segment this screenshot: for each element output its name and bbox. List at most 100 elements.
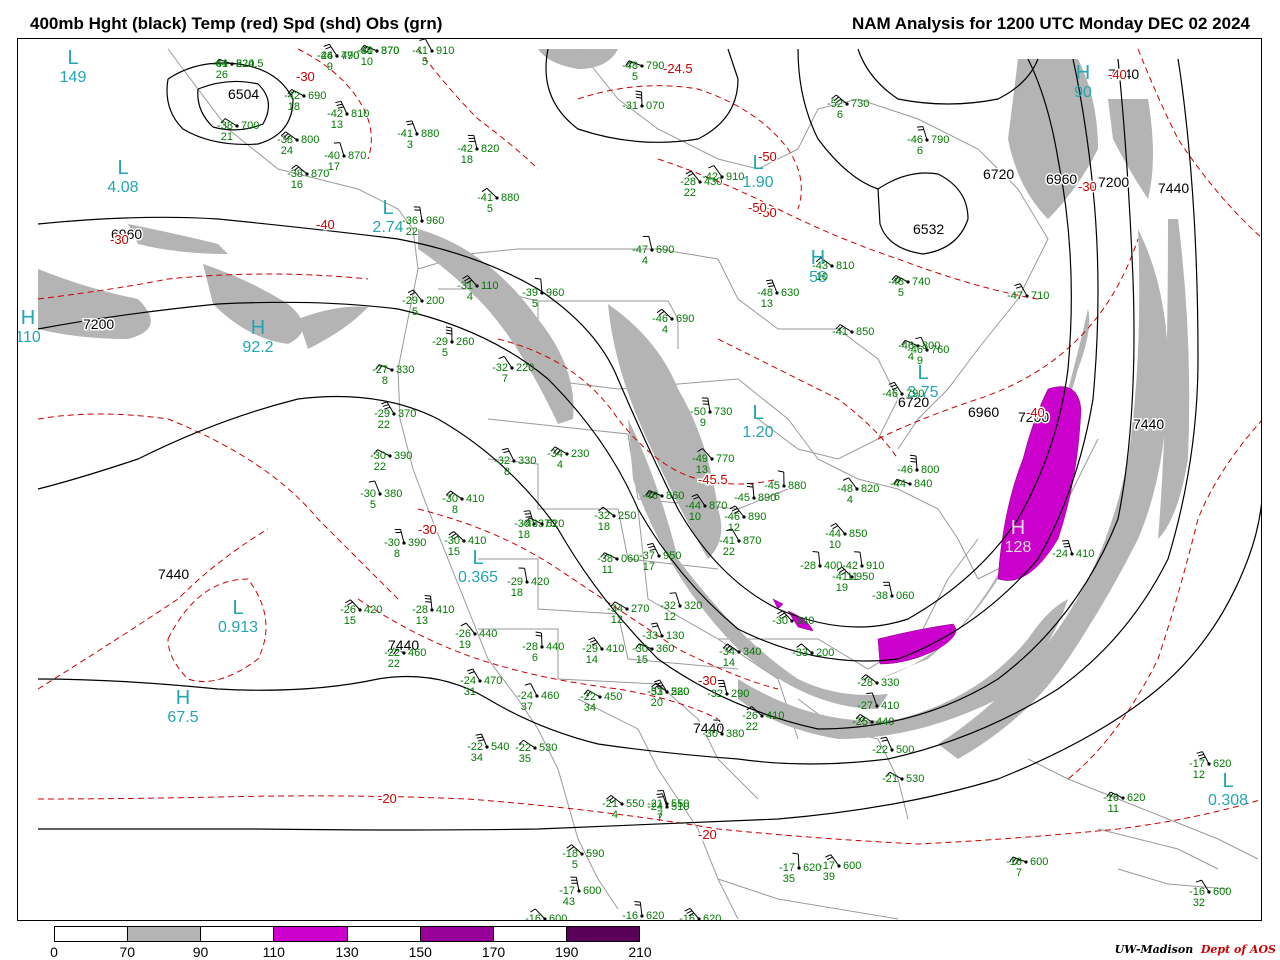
station-observation: -22 500 (872, 744, 914, 756)
station-observation: -29 42018 (507, 576, 549, 599)
obs-dewpoint-depression: 12 (611, 614, 623, 626)
station-observation: -48 7405 (888, 276, 930, 299)
barb-feather (910, 457, 917, 460)
obs-height: 820 (481, 143, 499, 155)
station-observation: -30 3805 (360, 488, 402, 511)
obs-height: 880 (788, 480, 806, 492)
station-dot (725, 692, 729, 696)
legend-swatch (420, 927, 494, 941)
obs-height: 850 (849, 528, 867, 540)
barb-staff (915, 455, 918, 471)
center-value: 0.913 (218, 619, 258, 636)
station-dot (720, 175, 724, 179)
speed-110-130-region (877, 623, 957, 665)
obs-dewpoint-depression: 39 (823, 871, 835, 883)
obs-temperature: -47 (1007, 290, 1023, 302)
obs-dewpoint-depression: 4 (662, 324, 668, 336)
station-dot (657, 554, 661, 558)
station-dot (535, 694, 539, 698)
barb-feather (382, 404, 389, 407)
center-value: 110 (18, 329, 41, 346)
center-letter: L (1222, 770, 1233, 792)
station-dot (660, 634, 664, 638)
obs-height: 530 (906, 773, 924, 785)
obs-dewpoint-depression: 5 (422, 56, 428, 68)
station-dot (533, 746, 537, 750)
height-contour-label: 6532 (913, 221, 944, 237)
station-dot (615, 557, 619, 561)
station-observation: -41 850 (832, 326, 874, 338)
obs-dewpoint-depression: 18 (288, 101, 300, 113)
barb-feather (498, 355, 505, 360)
station-dot (908, 482, 912, 486)
barb-feather (407, 289, 414, 294)
station-dot (855, 487, 859, 491)
station-observation: -48 63013 (757, 287, 799, 310)
center-value: 2.74 (372, 219, 403, 236)
obs-height: 880 (501, 192, 519, 204)
obs-height: 390 (394, 450, 412, 462)
obs-height: 250 (618, 510, 636, 522)
barb-feather (651, 625, 658, 628)
obs-temperature: -53 (647, 686, 663, 698)
station-observation: -16 620 (622, 910, 664, 920)
barb-feather (669, 592, 676, 594)
obs-dewpoint-depression: 5 (572, 859, 578, 871)
obs-temperature: -42 (702, 171, 718, 183)
station-dot (752, 496, 756, 500)
temperature-contour-label: -30 (110, 232, 129, 247)
obs-height: 440 (479, 628, 497, 640)
legend-tick-label: 90 (192, 944, 209, 960)
station-dot (830, 264, 834, 268)
station-dot (810, 651, 814, 655)
center-letter: L (232, 597, 243, 619)
station-observation: -16 620 (679, 913, 721, 920)
station-dot (737, 539, 741, 543)
station-observation: -38 70021 (217, 120, 259, 143)
barb-staff (723, 680, 728, 695)
obs-dewpoint-depression: 5 (442, 347, 448, 359)
station-observation: -31 070 (622, 100, 664, 112)
pressure-center: L0.308 (1208, 770, 1248, 809)
barb-feather (323, 43, 330, 47)
barb-staff (752, 484, 755, 499)
obs-height: 410 (468, 535, 486, 547)
obs-height: 810 (351, 108, 369, 120)
station-dot (1025, 294, 1029, 298)
obs-height: 330 (518, 455, 536, 467)
station-observation: -38 06011 (597, 553, 639, 576)
barb-feather (445, 326, 452, 329)
station-dot (473, 632, 477, 636)
obs-temperature: -31 (622, 100, 638, 112)
temperature-contour-line (37, 413, 399, 600)
station-observation: -44 85010 (825, 528, 867, 551)
obs-height: 060 (896, 590, 914, 602)
obs-height: 410 (466, 493, 484, 505)
barb-feather (825, 854, 831, 858)
station-dot (430, 49, 434, 53)
station-dot (650, 647, 654, 651)
station-observation: -28 330 (857, 677, 899, 689)
legend-swatch (566, 927, 639, 941)
station-observation: -16 600 (525, 913, 567, 920)
center-value: 67.5 (167, 709, 198, 726)
obs-height: 910 (726, 171, 744, 183)
obs-height: 910 (866, 560, 884, 572)
barb-feather (830, 522, 837, 527)
barb-feather (419, 39, 426, 42)
obs-dewpoint-depression: 18 (461, 154, 473, 166)
center-value: 1.20 (742, 424, 773, 441)
geography-line (167, 48, 619, 910)
credit-dept: Dept of AOS (1200, 943, 1276, 956)
obs-temperature: -30 (702, 728, 718, 740)
center-letter: H (1076, 62, 1090, 84)
obs-dewpoint-depression: 10 (829, 539, 841, 551)
barb-feather (1015, 285, 1022, 289)
obs-temperature: -22 (872, 744, 888, 756)
station-dot (478, 679, 482, 683)
station-observation: -38 060 (872, 590, 914, 602)
station-dot (450, 340, 454, 344)
station-dot (375, 49, 379, 53)
obs-temperature: -45 (734, 492, 750, 504)
obs-height: 860 (666, 490, 684, 502)
